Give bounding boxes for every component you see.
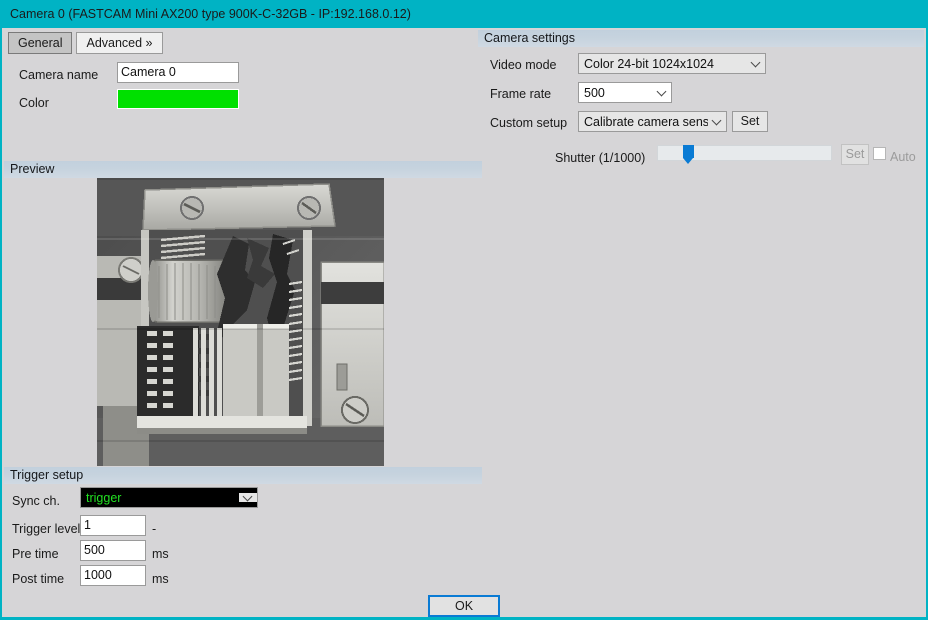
tab-general[interactable]: General <box>8 32 73 54</box>
dialog-client-area: General Advanced » Camera name Camera 0 … <box>2 28 926 617</box>
tab-advanced[interactable]: Advanced » <box>76 32 163 54</box>
video-mode-value: Color 24-bit 1024x1024 <box>584 56 714 71</box>
shutter-label: Shutter (1/1000) <box>555 151 646 165</box>
trigger-setup-group-header: Trigger setup <box>4 467 482 484</box>
frame-rate-value: 500 <box>584 85 605 100</box>
camera-settings-group-header: Camera settings <box>478 30 924 47</box>
window-title-bar: Camera 0 (FASTCAM Mini AX200 type 900K-C… <box>0 0 928 28</box>
custom-setup-value: Calibrate camera sensor <box>584 114 708 129</box>
tab-strip: General Advanced » <box>8 32 163 54</box>
shutter-slider-thumb[interactable] <box>683 145 694 164</box>
chevron-down-icon <box>653 88 671 97</box>
sync-channel-label: Sync ch. <box>12 494 60 508</box>
custom-setup-set-button[interactable]: Set <box>732 111 768 132</box>
sync-channel-select[interactable]: trigger <box>80 487 258 508</box>
chevron-down-icon <box>239 493 257 502</box>
custom-setup-select[interactable]: Calibrate camera sensor <box>578 111 727 132</box>
shutter-auto-checkbox[interactable] <box>873 147 886 160</box>
pre-time-input[interactable]: 500 <box>80 540 146 561</box>
trigger-level-label: Trigger level <box>12 522 81 536</box>
chevron-down-icon <box>708 117 726 126</box>
ok-button[interactable]: OK <box>428 595 500 617</box>
frame-rate-label: Frame rate <box>490 87 552 101</box>
chevron-down-icon <box>747 59 765 68</box>
color-label: Color <box>19 96 49 110</box>
preview-group-header: Preview <box>4 161 482 178</box>
video-mode-label: Video mode <box>490 58 557 72</box>
post-time-unit: ms <box>152 572 169 586</box>
shutter-set-button[interactable]: Set <box>841 144 869 165</box>
shutter-auto-label: Auto <box>890 150 916 164</box>
post-time-input[interactable]: 1000 <box>80 565 146 586</box>
pre-time-unit: ms <box>152 547 169 561</box>
camera-name-input[interactable]: Camera 0 <box>117 62 239 83</box>
color-swatch[interactable] <box>117 89 239 109</box>
pre-time-label: Pre time <box>12 547 59 561</box>
shutter-slider[interactable] <box>657 145 832 164</box>
post-time-label: Post time <box>12 572 65 586</box>
trigger-level-input[interactable]: 1 <box>80 515 146 536</box>
custom-setup-label: Custom setup <box>490 116 568 130</box>
camera-preview-image <box>97 178 384 466</box>
video-mode-select[interactable]: Color 24-bit 1024x1024 <box>578 53 766 74</box>
frame-rate-select[interactable]: 500 <box>578 82 672 103</box>
trigger-level-unit: - <box>152 522 157 536</box>
sync-channel-value: trigger <box>86 490 122 505</box>
camera-name-label: Camera name <box>19 68 99 82</box>
camera-settings-dialog: Camera 0 (FASTCAM Mini AX200 type 900K-C… <box>0 0 928 620</box>
